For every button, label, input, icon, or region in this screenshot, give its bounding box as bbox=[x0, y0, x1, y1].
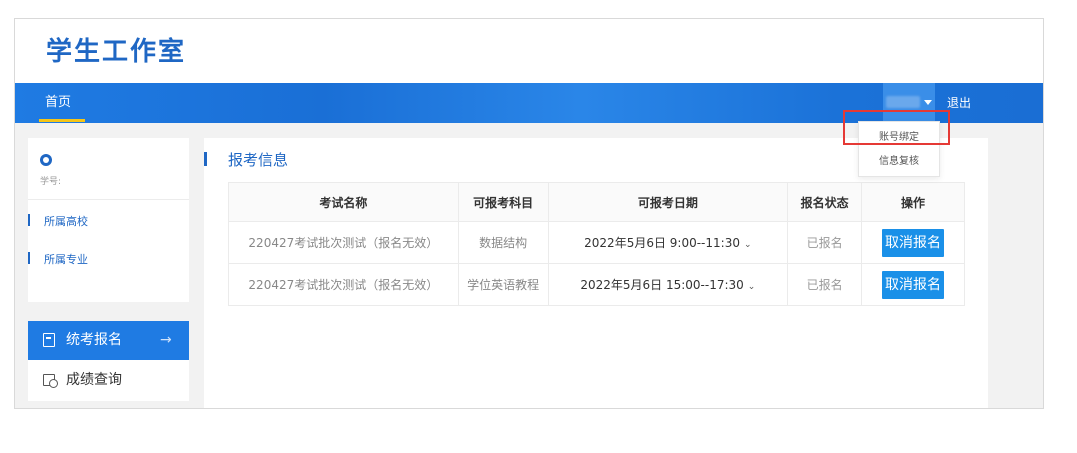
logout-link[interactable]: 退出 bbox=[947, 83, 971, 123]
major-label: 所属专业 bbox=[44, 253, 88, 266]
date-select[interactable]: 2022年5月6日 9:00--11:30 ⌄ bbox=[547, 221, 789, 264]
nav-home-link[interactable]: 首页 bbox=[45, 83, 71, 123]
side-menu-score-query[interactable]: 成绩查询 bbox=[28, 360, 189, 401]
school-label: 所属高校 bbox=[44, 215, 88, 228]
username-redacted bbox=[886, 96, 920, 108]
site-title: 学生工作室 bbox=[46, 37, 187, 67]
app-window: 学生工作室 首页 退出 学号: 所属高校 所属专业 统考报名 → 成绩查询 报考… bbox=[14, 18, 1044, 409]
status-cell: 已报名 bbox=[787, 263, 863, 306]
menu-item-info-review[interactable]: 信息复核 bbox=[859, 150, 939, 174]
section-title: 报考信息 bbox=[228, 151, 289, 169]
exam-name-cell: 220427考试批次测试（报名无效） bbox=[228, 221, 459, 264]
card-divider bbox=[28, 199, 189, 200]
table-row: 220427考试批次测试（报名无效） 学位英语教程 2022年5月6日 15:0… bbox=[228, 263, 965, 306]
date-value: 2022年5月6日 15:00--17:30 bbox=[580, 278, 744, 292]
date-select[interactable]: 2022年5月6日 15:00--17:30 ⌄ bbox=[547, 263, 789, 306]
exam-table: 考试名称 可报考科目 可报考日期 报名状态 操作 220427考试批次测试（报名… bbox=[228, 182, 965, 306]
user-avatar-icon bbox=[40, 154, 52, 166]
nav-active-indicator bbox=[39, 119, 85, 122]
chevron-down-icon[interactable] bbox=[924, 100, 932, 105]
clipboard-icon bbox=[43, 333, 55, 347]
subject-cell: 数据结构 bbox=[457, 221, 549, 264]
table-header-row: 考试名称 可报考科目 可报考日期 报名状态 操作 bbox=[228, 182, 965, 222]
search-doc-icon bbox=[43, 374, 58, 388]
action-cell: 取消报名 bbox=[861, 221, 965, 264]
row-accent-bar bbox=[28, 252, 30, 264]
date-value: 2022年5月6日 9:00--11:30 bbox=[584, 236, 740, 250]
column-header: 报名状态 bbox=[787, 182, 863, 222]
subject-cell: 学位英语教程 bbox=[457, 263, 549, 306]
side-menu-exam-signup[interactable]: 统考报名 → bbox=[28, 321, 189, 360]
column-header: 可报考日期 bbox=[547, 182, 789, 222]
student-id-label: 学号: bbox=[40, 177, 62, 187]
column-header: 考试名称 bbox=[228, 182, 459, 222]
column-header: 操作 bbox=[861, 182, 965, 222]
side-menu-label: 成绩查询 bbox=[66, 372, 122, 388]
status-cell: 已报名 bbox=[787, 221, 863, 264]
section-accent-bar bbox=[204, 152, 207, 166]
arrow-right-icon: → bbox=[160, 332, 172, 348]
student-info-card: 学号: 所属高校 所属专业 bbox=[28, 138, 189, 302]
cancel-signup-button[interactable]: 取消报名 bbox=[882, 270, 945, 299]
table-row: 220427考试批次测试（报名无效） 数据结构 2022年5月6日 9:00--… bbox=[228, 221, 965, 264]
content-panel: 报考信息 考试名称 可报考科目 可报考日期 报名状态 操作 220427考试批次… bbox=[204, 138, 988, 408]
action-cell: 取消报名 bbox=[861, 263, 965, 306]
exam-name-cell: 220427考试批次测试（报名无效） bbox=[228, 263, 459, 306]
chevron-down-icon: ⌄ bbox=[747, 282, 756, 292]
chevron-down-icon: ⌄ bbox=[743, 240, 752, 250]
site-header: 学生工作室 bbox=[15, 19, 1043, 83]
cancel-signup-button[interactable]: 取消报名 bbox=[882, 228, 945, 257]
highlight-annotation-box bbox=[843, 110, 950, 145]
column-header: 可报考科目 bbox=[457, 182, 549, 222]
row-accent-bar bbox=[28, 214, 30, 226]
side-menu-label: 统考报名 bbox=[66, 332, 122, 348]
side-menu: 统考报名 → 成绩查询 bbox=[28, 321, 189, 403]
